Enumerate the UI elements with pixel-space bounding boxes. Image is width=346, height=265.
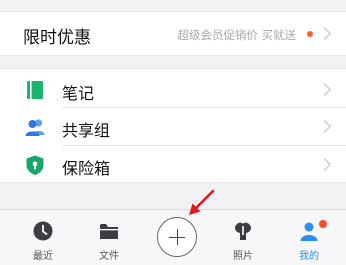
chevron-right-icon bbox=[318, 83, 331, 96]
promo-row[interactable]: 限时优惠 超级会员促销价 买就送 bbox=[0, 11, 346, 56]
tab-label: 最近 bbox=[33, 251, 53, 262]
feature-list: 笔记 共享组 保险箱 bbox=[0, 68, 346, 183]
tab-label: 我的 bbox=[299, 251, 319, 262]
tab-photos[interactable]: 照片 bbox=[213, 210, 273, 265]
chevron-right-icon bbox=[318, 120, 331, 133]
menu-item-label: 保险箱 bbox=[62, 159, 111, 178]
tab-label: 文件 bbox=[99, 251, 119, 262]
note-icon bbox=[24, 79, 46, 101]
red-arrow-annotation-icon bbox=[189, 189, 215, 215]
top-spacer bbox=[0, 0, 346, 11]
chevron-right-icon bbox=[318, 27, 331, 40]
promo-subtitle: 超级会员促销价 买就送 bbox=[177, 28, 296, 42]
add-button[interactable] bbox=[157, 217, 197, 257]
menu-item-label: 笔记 bbox=[62, 84, 95, 103]
photo-icon bbox=[232, 220, 254, 242]
folder-icon bbox=[98, 220, 120, 242]
clock-icon bbox=[32, 220, 54, 242]
promo-title: 限时优惠 bbox=[23, 28, 91, 48]
user-icon bbox=[298, 220, 320, 242]
group-icon bbox=[24, 116, 46, 138]
promo-notification-dot bbox=[307, 31, 313, 37]
tab-mine[interactable]: 我的 bbox=[279, 210, 339, 265]
tab-recent[interactable]: 最近 bbox=[13, 210, 73, 265]
safe-box-icon bbox=[24, 154, 46, 176]
chevron-right-icon bbox=[318, 158, 331, 171]
menu-item-notes[interactable]: 笔记 bbox=[0, 71, 346, 109]
tab-files[interactable]: 文件 bbox=[79, 210, 139, 265]
menu-item-label: 共享组 bbox=[62, 121, 111, 140]
menu-item-safe-box[interactable]: 保险箱 bbox=[0, 146, 346, 184]
notification-badge bbox=[319, 220, 327, 228]
menu-item-shared-group[interactable]: 共享组 bbox=[0, 108, 346, 146]
tab-label: 照片 bbox=[233, 251, 253, 262]
